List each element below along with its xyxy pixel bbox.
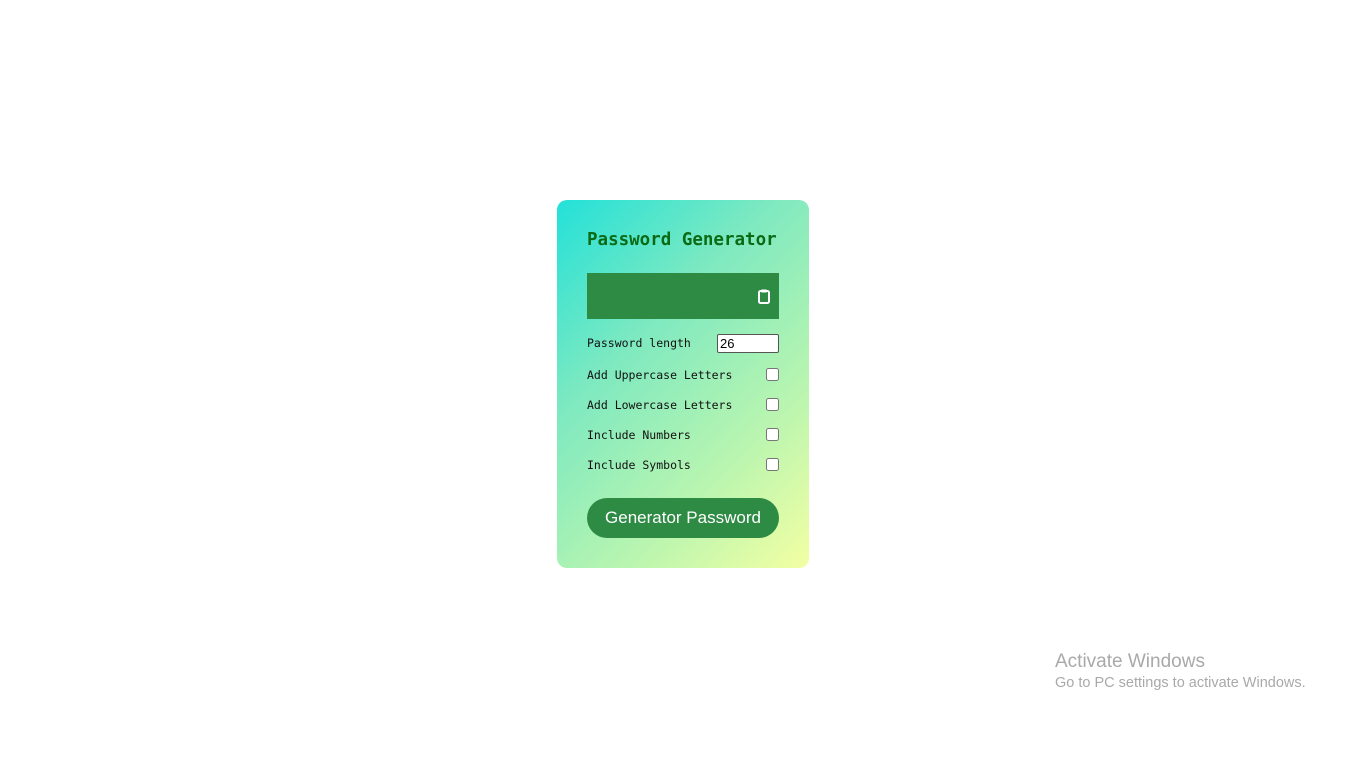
- symbols-checkbox[interactable]: [766, 458, 779, 471]
- clipboard-icon: [758, 289, 770, 304]
- password-generator-card: Password Generator Password length Add U…: [557, 200, 809, 568]
- option-label-numbers: Include Numbers: [587, 428, 691, 442]
- password-result-box: [587, 273, 779, 319]
- generate-password-button[interactable]: Generator Password: [587, 498, 779, 538]
- activate-windows-watermark: Activate Windows Go to PC settings to ac…: [1055, 651, 1306, 693]
- card-title: Password Generator: [587, 230, 777, 250]
- copy-to-clipboard-button[interactable]: [757, 289, 771, 304]
- numbers-checkbox[interactable]: [766, 428, 779, 441]
- page: Password Generator Password length Add U…: [0, 0, 1366, 768]
- option-label-lowercase: Add Lowercase Letters: [587, 398, 733, 412]
- password-length-input[interactable]: [717, 334, 779, 353]
- option-row-lowercase: Add Lowercase Letters: [587, 396, 779, 416]
- watermark-subtitle: Go to PC settings to activate Windows.: [1055, 675, 1306, 691]
- option-label-symbols: Include Symbols: [587, 458, 691, 472]
- password-length-label: Password length: [587, 336, 691, 350]
- option-row-symbols: Include Symbols: [587, 456, 779, 476]
- option-row-uppercase: Add Uppercase Letters: [587, 366, 779, 386]
- option-row-numbers: Include Numbers: [587, 426, 779, 446]
- password-length-row: Password length: [587, 334, 779, 354]
- watermark-title: Activate Windows: [1055, 651, 1205, 672]
- option-label-uppercase: Add Uppercase Letters: [587, 368, 733, 382]
- lowercase-checkbox[interactable]: [766, 398, 779, 411]
- uppercase-checkbox[interactable]: [766, 368, 779, 381]
